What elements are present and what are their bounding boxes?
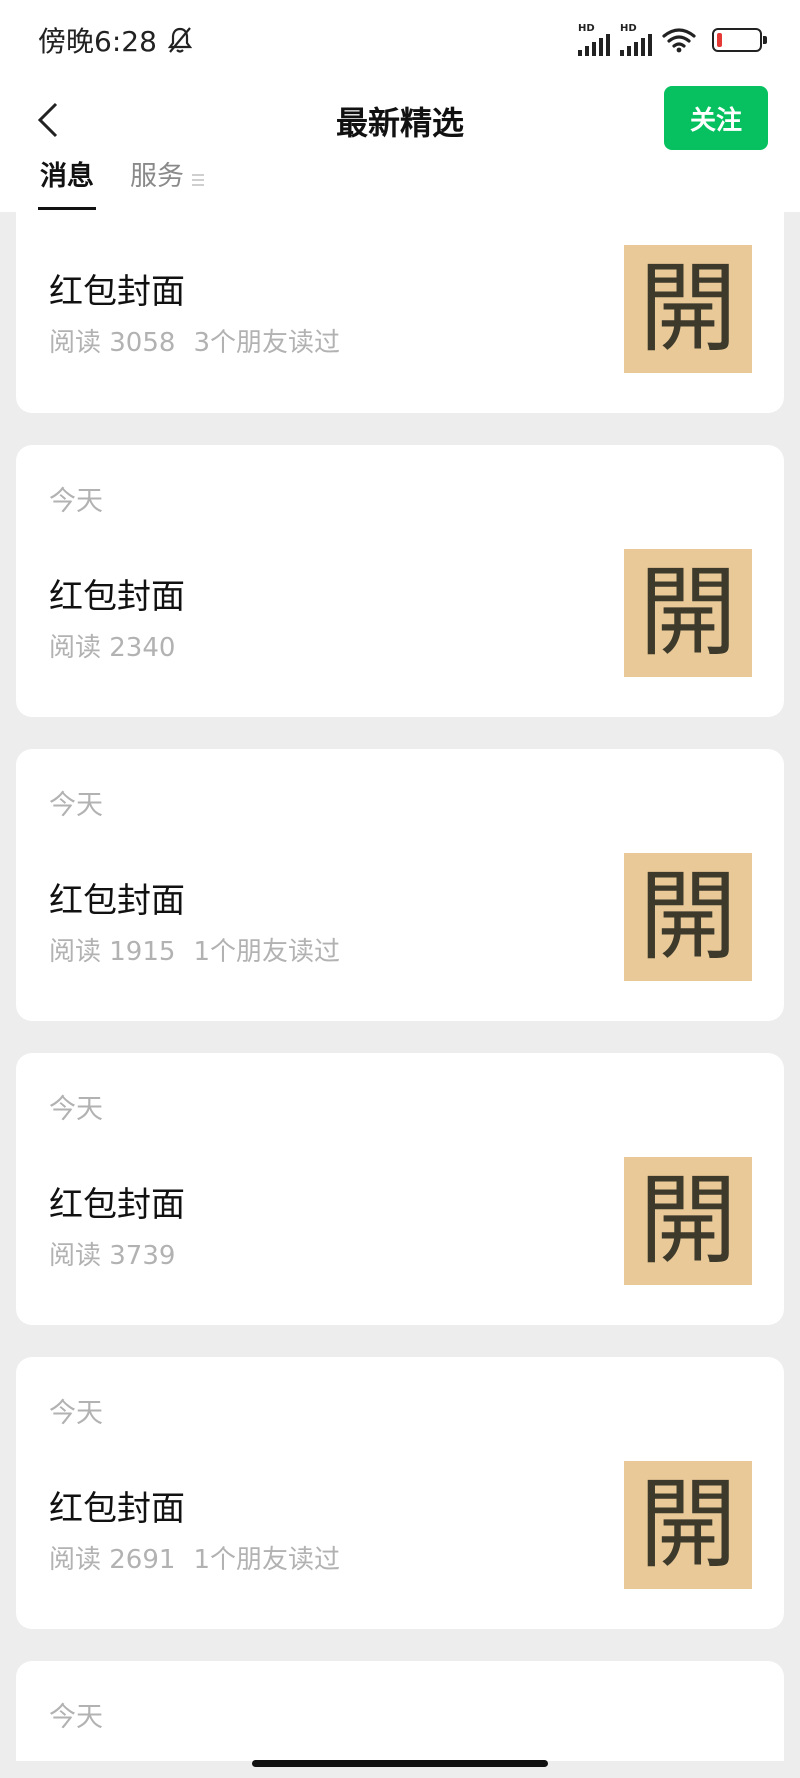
article-date: 今天 [49, 790, 103, 821]
article-title: 红包封面 [49, 1489, 185, 1529]
tab-services-label: 服务 [130, 161, 184, 192]
article-date: 今天 [49, 1094, 103, 1125]
article-card[interactable]: 今天 [16, 1661, 784, 1761]
article-title: 红包封面 [49, 881, 185, 921]
hd-signal-icon: HD [620, 24, 652, 56]
friends-read: 1个朋友读过 [193, 937, 340, 967]
battery-low-icon [712, 28, 767, 52]
article-meta: 阅读 2691 1个朋友读过 [49, 1539, 340, 1576]
battery-level [717, 33, 722, 47]
article-card[interactable]: 今天 红包封面 阅读 1915 1个朋友读过 開 [16, 749, 784, 1021]
follow-button[interactable]: 关注 [664, 86, 768, 150]
home-indicator[interactable] [252, 1760, 548, 1767]
status-time-group: 傍晚6:28 [38, 20, 193, 60]
article-meta: 阅读 1915 1个朋友读过 [49, 931, 340, 968]
read-count: 阅读 2691 [49, 1545, 176, 1575]
hd-label: HD [578, 23, 595, 34]
status-time: 傍晚6:28 [38, 25, 157, 58]
article-card[interactable]: 今天 红包封面 阅读 3739 開 [16, 1053, 784, 1325]
article-card[interactable]: 红包封面 阅读 3058 3个朋友读过 開 [16, 212, 784, 413]
status-bar: 傍晚6:28 HD HD [0, 0, 800, 80]
read-count: 阅读 3058 [49, 328, 176, 358]
article-meta: 阅读 2340 [49, 627, 175, 664]
friends-read: 1个朋友读过 [193, 1545, 340, 1575]
article-date: 今天 [49, 486, 103, 517]
read-count: 阅读 3739 [49, 1241, 176, 1271]
status-icons: HD HD [578, 24, 767, 56]
article-title: 红包封面 [49, 577, 185, 617]
nav-bar: 最新精选 关注 [0, 80, 800, 160]
article-meta: 阅读 3739 [49, 1235, 175, 1272]
article-thumbnail: 開 [624, 549, 752, 677]
article-date: 今天 [49, 1702, 103, 1733]
friends-read: 3个朋友读过 [193, 328, 340, 358]
article-feed: 红包封面 阅读 3058 3个朋友读过 開 今天 红包封面 阅读 2340 開 今… [16, 212, 784, 1761]
read-count: 阅读 1915 [49, 937, 176, 967]
hd-label: HD [620, 23, 637, 34]
article-thumbnail: 開 [624, 245, 752, 373]
article-card[interactable]: 今天 红包封面 阅读 2691 1个朋友读过 開 [16, 1357, 784, 1629]
hd-signal-icon: HD [578, 24, 610, 56]
article-title: 红包封面 [49, 1185, 185, 1225]
article-card[interactable]: 今天 红包封面 阅读 2340 開 [16, 445, 784, 717]
article-meta: 阅读 3058 3个朋友读过 [49, 322, 340, 359]
read-count: 阅读 2340 [49, 633, 176, 663]
tab-messages[interactable]: 消息 [38, 160, 96, 212]
article-title: 红包封面 [49, 272, 185, 312]
wifi-icon [662, 28, 696, 53]
article-thumbnail: 開 [624, 1461, 752, 1589]
mute-bell-icon [167, 27, 193, 53]
tab-bar: 消息 服务 [0, 160, 800, 212]
tab-services[interactable]: 服务 [130, 160, 204, 212]
article-thumbnail: 開 [624, 853, 752, 981]
menu-lines-icon [192, 174, 204, 186]
article-date: 今天 [49, 1398, 103, 1429]
article-thumbnail: 開 [624, 1157, 752, 1285]
